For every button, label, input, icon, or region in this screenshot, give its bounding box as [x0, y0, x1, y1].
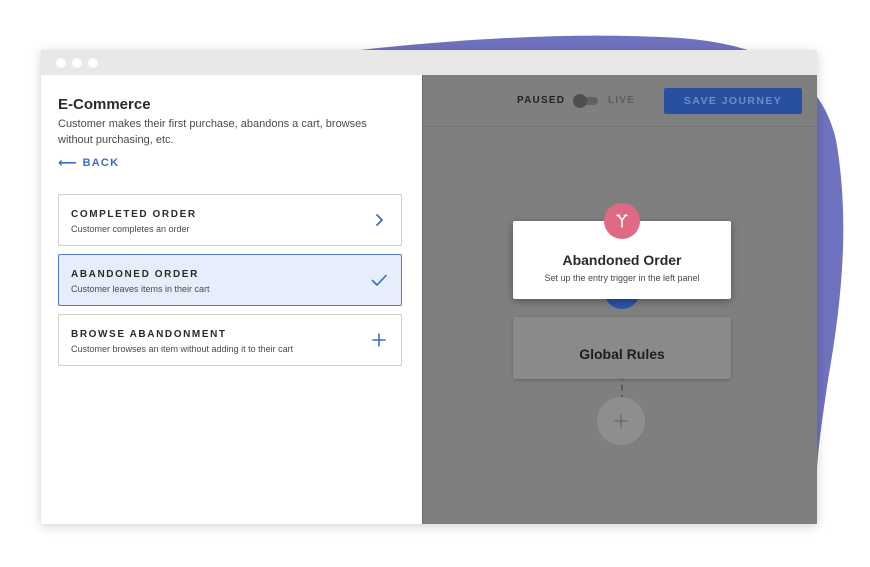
panel-description: Customer makes their first purchase, aba…: [58, 118, 367, 146]
global-rules-node[interactable]: Global Rules: [513, 317, 731, 379]
window-dot-icon: [72, 58, 82, 68]
trigger-card-title: ABANDONED ORDER: [71, 269, 199, 280]
trigger-card-title: BROWSE ABANDONMENT: [71, 329, 227, 340]
trigger-card-abandoned-order[interactable]: ABANDONED ORDER Customer leaves items in…: [58, 254, 402, 306]
plus-icon: [372, 333, 386, 347]
back-label: BACK: [82, 157, 120, 169]
trigger-card-subtitle: Customer leaves items in their cart: [71, 284, 210, 294]
journey-canvas: PAUSED LIVE SAVE JOURNEY Global Rules Ab…: [422, 75, 818, 524]
chevron-right-icon: [376, 214, 383, 226]
trigger-card-subtitle: Customer browses an item without adding …: [71, 344, 294, 354]
add-step-button[interactable]: [597, 397, 645, 445]
paused-label: PAUSED: [517, 95, 566, 106]
journey-toolbar: PAUSED LIVE SAVE JOURNEY: [423, 75, 818, 127]
window-dot-icon: [88, 58, 98, 68]
node-title: Abandoned Order: [562, 252, 682, 268]
panel-title: E-Commerce: [58, 96, 151, 113]
split-icon: [604, 203, 640, 239]
trigger-card-completed-order[interactable]: COMPLETED ORDER Customer completes an or…: [58, 194, 402, 246]
trigger-card-title: COMPLETED ORDER: [71, 209, 197, 220]
back-link[interactable]: ⟵ BACK: [58, 155, 119, 171]
node-title: Global Rules: [579, 346, 665, 362]
trigger-panel: E-Commerce Customer makes their first pu…: [41, 75, 422, 524]
window-titlebar: [41, 50, 817, 75]
live-label: LIVE: [608, 95, 636, 106]
app-window: E-Commerce Customer makes their first pu…: [41, 50, 818, 524]
plus-icon: [614, 414, 628, 428]
check-icon: [371, 274, 387, 286]
trigger-card-subtitle: Customer completes an order: [71, 224, 190, 234]
window-dot-icon: [56, 58, 66, 68]
arrow-left-icon: ⟵: [58, 155, 77, 170]
trigger-card-browse-abandonment[interactable]: BROWSE ABANDONMENT Customer browses an i…: [58, 314, 402, 366]
node-subtitle: Set up the entry trigger in the left pan…: [544, 273, 700, 283]
toggle-knob: [573, 94, 587, 108]
save-journey-button[interactable]: SAVE JOURNEY: [664, 88, 802, 114]
paused-live-toggle[interactable]: [573, 94, 599, 108]
